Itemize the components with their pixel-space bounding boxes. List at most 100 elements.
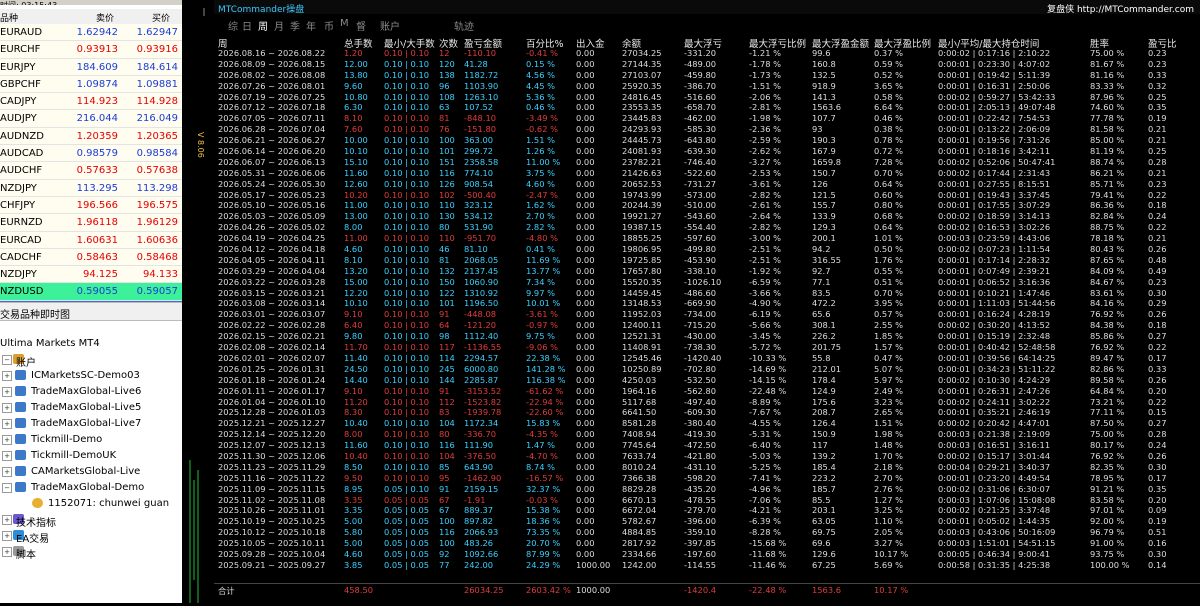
report-link[interactable]: 复盘侠 http://MTCommander.com (1047, 2, 1194, 15)
period-tab[interactable]: 督 (356, 18, 366, 33)
col-ask[interactable]: 买价 (152, 11, 170, 24)
table-row[interactable]: 2026.07.19 ~ 2026.07.25 10.80 0.10 | 0.10 1… (214, 92, 1200, 103)
table-row[interactable]: 2025.12.28 ~ 2026.01.03 8.30 0.10 | 0.10 83… (214, 407, 1200, 418)
period-tab[interactable]: 月 (274, 18, 284, 33)
table-row[interactable]: 2026.07.12 ~ 2026.07.18 6.30 0.10 | 0.10 63… (214, 102, 1200, 113)
table-row[interactable]: 2026.02.15 ~ 2026.02.21 9.80 0.10 | 0.10 98… (214, 331, 1200, 342)
col-symbol[interactable]: 品种 (0, 11, 18, 24)
tab-tick-chart[interactable]: 即时图 (40, 306, 70, 321)
expand-icon[interactable]: + (2, 387, 12, 397)
table-row[interactable]: 2026.05.24 ~ 2026.05.30 12.60 0.10 | 0.10 1… (214, 179, 1200, 190)
expand-icon[interactable]: + (2, 419, 12, 429)
table-row[interactable]: 2025.11.16 ~ 2025.11.22 9.50 0.10 | 0.10 95… (214, 473, 1200, 484)
table-row[interactable]: 2026.04.19 ~ 2026.04.25 11.00 0.10 | 0.10 1… (214, 233, 1200, 244)
user-account[interactable]: 1152071: chunwei guan (0, 496, 182, 512)
accounts-node[interactable]: − 账户 (0, 352, 182, 369)
period-tab[interactable]: M (340, 18, 349, 29)
col-bid[interactable]: 卖价 (96, 11, 114, 24)
table-row[interactable]: 2025.11.30 ~ 2025.12.06 10.40 0.10 | 0.10 1… (214, 451, 1200, 462)
expand-icon[interactable]: + (2, 547, 12, 557)
table-row[interactable]: 2026.08.02 ~ 2026.08.08 13.80 0.10 | 0.10 1… (214, 70, 1200, 81)
market-watch-row[interactable]: EURCHF 0.93913 0.93916 (0, 41, 182, 59)
market-watch-row[interactable]: EURJPY 184.609 184.614 (0, 58, 182, 76)
account-node[interactable]: + TradeMaxGlobal-Live7 (0, 416, 182, 432)
period-tab[interactable]: 年 (306, 18, 316, 33)
account-node[interactable]: + CAMarketsGlobal-Live (0, 464, 182, 480)
table-row[interactable]: 2026.04.12 ~ 2026.04.18 4.60 0.10 | 0.10 46… (214, 244, 1200, 255)
table-row[interactable]: 2026.08.16 ~ 2026.08.22 1.20 0.10 | 0.10 12… (214, 48, 1200, 59)
table-row[interactable]: 2026.03.22 ~ 2026.03.28 15.00 0.10 | 0.10 1… (214, 277, 1200, 288)
expand-icon[interactable]: + (2, 467, 12, 477)
table-row[interactable]: 2026.02.08 ~ 2026.02.14 11.70 0.10 | 0.10 1… (214, 342, 1200, 353)
collapse-icon[interactable]: − (2, 355, 12, 365)
market-watch-row[interactable]: AUDCAD 0.98579 0.98584 (0, 145, 182, 163)
expand-icon[interactable]: + (2, 451, 12, 461)
tab-symbols[interactable]: 交易品种 (0, 306, 40, 321)
period-tab[interactable]: 周 (258, 18, 268, 33)
indicators-node[interactable]: + 技术指标 (0, 512, 182, 529)
ea-node[interactable]: + EA交易 (0, 528, 182, 545)
table-row[interactable]: 2026.03.08 ~ 2026.03.14 10.10 0.10 | 0.10 1… (214, 298, 1200, 309)
table-row[interactable]: 2026.04.05 ~ 2026.04.11 8.10 0.10 | 0.10 81… (214, 255, 1200, 266)
table-row[interactable]: 2026.08.09 ~ 2026.08.15 12.00 0.10 | 0.10 1… (214, 59, 1200, 70)
account-node[interactable]: + TradeMaxGlobal-Live5 (0, 400, 182, 416)
market-watch-row[interactable]: AUDJPY 216.044 216.049 (0, 110, 182, 128)
table-row[interactable]: 2026.01.18 ~ 2026.01.24 14.40 0.10 | 0.10 1… (214, 375, 1200, 386)
market-watch-row[interactable]: EURAUD 1.62942 1.62947 (0, 24, 182, 42)
table-row[interactable]: 2026.03.15 ~ 2026.03.21 12.20 0.10 | 0.10 1… (214, 288, 1200, 299)
table-row[interactable]: 2026.02.22 ~ 2026.02.28 6.40 0.10 | 0.10 64… (214, 320, 1200, 331)
navigator-root[interactable]: Ultima Markets MT4 (0, 336, 182, 352)
table-row[interactable]: 2025.10.26 ~ 2025.11.01 3.35 0.05 | 0.05 67… (214, 505, 1200, 516)
market-watch-row[interactable]: EURNZD 1.96118 1.96129 (0, 214, 182, 232)
period-tab[interactable]: 日 (242, 18, 252, 33)
table-row[interactable]: 2025.12.14 ~ 2025.12.20 8.00 0.10 | 0.10 80… (214, 429, 1200, 440)
table-row[interactable]: 2025.11.23 ~ 2025.11.29 8.50 0.10 | 0.10 85… (214, 462, 1200, 473)
scripts-node[interactable]: + 脚本 (0, 544, 182, 561)
table-row[interactable]: 2025.12.21 ~ 2025.12.27 10.40 0.10 | 0.10 1… (214, 418, 1200, 429)
account-node[interactable]: + ICMarketsSC-Demo03 (0, 368, 182, 384)
table-row[interactable]: 2026.04.26 ~ 2026.05.02 8.00 0.10 | 0.10 80… (214, 222, 1200, 233)
expand-icon[interactable]: + (2, 531, 12, 541)
table-row[interactable]: 2025.09.28 ~ 2025.10.04 4.60 0.05 | 0.05 92… (214, 549, 1200, 560)
market-watch-row[interactable]: AUDNZD 1.20359 1.20365 (0, 127, 182, 146)
market-watch-row[interactable]: AUDCHF 0.57633 0.57638 (0, 162, 182, 180)
account-node[interactable]: + TradeMaxGlobal-Live6 (0, 384, 182, 400)
table-row[interactable]: 2026.05.17 ~ 2026.05.23 10.20 0.10 | 0.10 1… (214, 190, 1200, 201)
table-row[interactable]: 2025.12.07 ~ 2025.12.13 11.60 0.10 | 0.10 1… (214, 440, 1200, 451)
account-node[interactable]: − TradeMaxGlobal-Demo (0, 480, 182, 496)
market-watch-row[interactable]: CADJPY 114.923 114.928 (0, 93, 182, 111)
period-tab[interactable]: 币 (324, 18, 334, 33)
expand-icon[interactable]: + (2, 435, 12, 445)
period-tab[interactable]: 轨迹 (454, 18, 474, 33)
collapse-icon[interactable]: − (2, 483, 12, 493)
table-row[interactable]: 2026.05.03 ~ 2026.05.09 13.00 0.10 | 0.10 1… (214, 211, 1200, 222)
expand-icon[interactable]: + (2, 515, 12, 525)
market-watch-row[interactable]: NZDJPY 113.295 113.298 (0, 179, 182, 197)
table-row[interactable]: 2025.11.02 ~ 2025.11.08 3.35 0.05 | 0.05 67… (214, 495, 1200, 506)
period-tab[interactable]: 账户 (380, 18, 400, 33)
expand-icon[interactable]: + (2, 371, 12, 381)
table-row[interactable]: 2026.06.21 ~ 2026.06.27 10.00 0.10 | 0.10 1… (214, 135, 1200, 146)
table-row[interactable]: 2026.03.29 ~ 2026.04.04 13.20 0.10 | 0.10 1… (214, 266, 1200, 277)
table-row[interactable]: 2026.05.10 ~ 2026.05.16 11.00 0.10 | 0.10 1… (214, 200, 1200, 211)
market-watch-row[interactable]: CADCHF 0.58463 0.58468 (0, 248, 182, 267)
market-watch-row[interactable]: EURCAD 1.60631 1.60636 (0, 231, 182, 249)
table-row[interactable]: 2026.06.14 ~ 2026.06.20 10.10 0.10 | 0.10 1… (214, 146, 1200, 157)
table-row[interactable]: 2025.09.21 ~ 2025.09.27 3.85 0.05 | 0.05 77… (214, 560, 1200, 571)
market-watch-row[interactable]: CHFJPY 196.566 196.575 (0, 196, 182, 215)
table-row[interactable]: 2025.10.19 ~ 2025.10.25 5.00 0.05 | 0.05 10… (214, 516, 1200, 527)
market-watch-row[interactable]: GBPCHF 1.09874 1.09881 (0, 75, 182, 94)
table-row[interactable]: 2025.10.05 ~ 2025.10.11 5.00 0.05 | 0.05 10… (214, 538, 1200, 549)
table-row[interactable]: 2025.11.09 ~ 2025.11.15 8.95 0.05 | 0.10 91… (214, 484, 1200, 495)
market-watch-row[interactable]: NZDUSD 0.59055 0.59057 (0, 283, 182, 301)
table-row[interactable]: 2026.07.05 ~ 2026.07.11 8.10 0.10 | 0.10 81… (214, 113, 1200, 124)
table-row[interactable]: 2026.06.07 ~ 2026.06.13 15.10 0.10 | 0.10 1… (214, 157, 1200, 168)
table-row[interactable]: 2025.10.12 ~ 2025.10.18 5.80 0.05 | 0.05 11… (214, 527, 1200, 538)
table-row[interactable]: 2026.01.04 ~ 2026.01.10 11.20 0.10 | 0.10 1… (214, 397, 1200, 408)
period-tab[interactable]: 综 (228, 18, 238, 33)
table-row[interactable]: 2026.01.25 ~ 2026.01.31 24.50 0.10 | 0.10 2… (214, 364, 1200, 375)
table-row[interactable]: 2026.05.31 ~ 2026.06.06 11.60 0.10 | 0.10 1… (214, 168, 1200, 179)
table-row[interactable]: 2026.03.01 ~ 2026.03.07 9.10 0.10 | 0.10 91… (214, 309, 1200, 320)
table-row[interactable]: 2026.07.26 ~ 2026.08.01 9.60 0.10 | 0.10 96… (214, 81, 1200, 92)
account-node[interactable]: + Tickmill-DemoUK (0, 448, 182, 464)
